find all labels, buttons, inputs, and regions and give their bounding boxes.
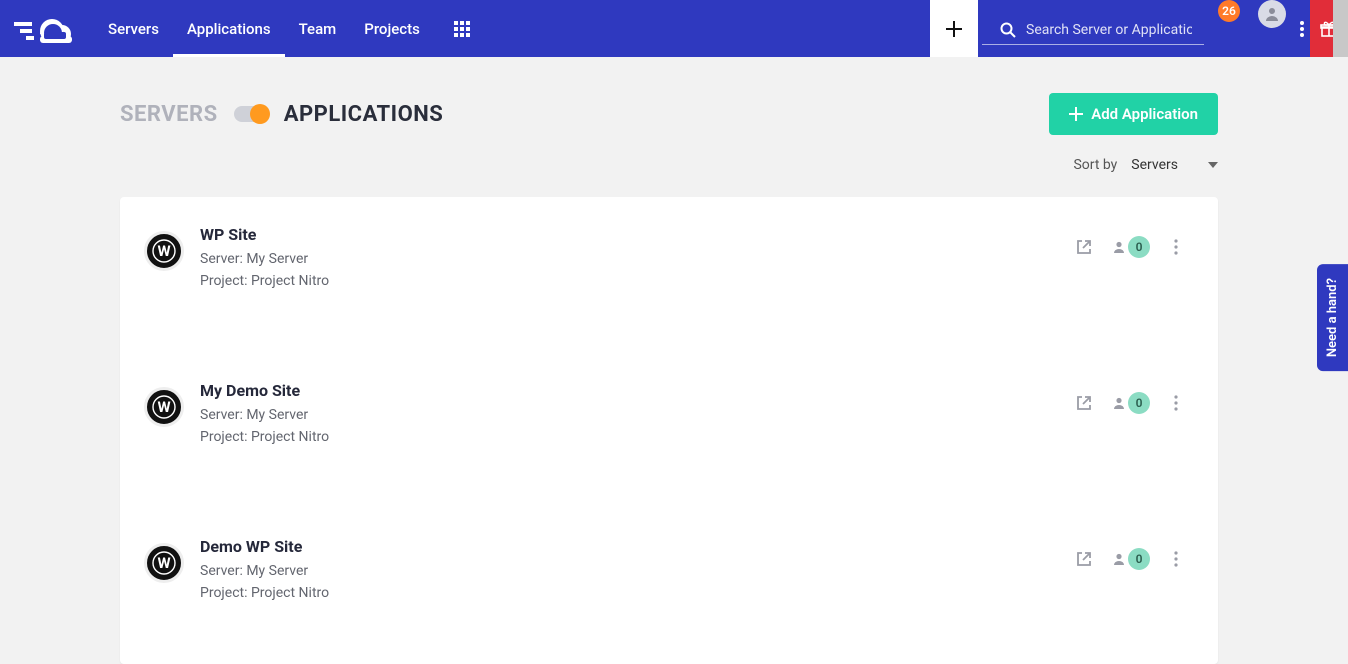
- app-info: My Demo Site Server: My Server Project: …: [200, 381, 1076, 449]
- search-input[interactable]: [1024, 18, 1194, 42]
- switcher-applications-label[interactable]: APPLICATIONS: [284, 102, 444, 127]
- app-row-menu[interactable]: [1170, 235, 1182, 259]
- team-count: 0: [1128, 392, 1150, 414]
- nav-team[interactable]: Team: [285, 0, 351, 57]
- chevron-down-icon: [1208, 162, 1218, 168]
- add-application-label: Add Application: [1091, 105, 1198, 123]
- add-button-top[interactable]: [930, 0, 978, 57]
- wordpress-icon: W: [144, 543, 184, 583]
- svg-text:W: W: [157, 398, 170, 416]
- grid-icon: [454, 21, 470, 37]
- app-actions: 0: [1076, 537, 1182, 571]
- kebab-icon: [1174, 395, 1178, 411]
- external-link-icon: [1076, 395, 1092, 411]
- plus-icon: [1069, 107, 1083, 121]
- cloud-logo-icon: [14, 14, 72, 44]
- help-tab[interactable]: Need a hand?: [1317, 264, 1348, 371]
- person-icon: [1112, 552, 1126, 566]
- apps-grid-button[interactable]: [434, 0, 490, 57]
- app-project-line: Project: Project Nitro: [200, 582, 1076, 604]
- team-badge[interactable]: 0: [1112, 236, 1150, 258]
- nav-applications[interactable]: Applications: [173, 0, 285, 57]
- switcher-servers-label[interactable]: SERVERS: [120, 102, 218, 127]
- sort-dropdown[interactable]: Servers: [1131, 157, 1218, 173]
- notification-badge[interactable]: 26: [1218, 0, 1240, 22]
- app-title: WP Site: [200, 225, 1076, 244]
- scrollbar[interactable]: [1333, 0, 1348, 57]
- wordpress-icon: W: [144, 231, 184, 271]
- app-title: Demo WP Site: [200, 537, 1076, 556]
- search-icon: [1000, 22, 1016, 38]
- open-external-button[interactable]: [1076, 395, 1092, 411]
- app-actions: 0: [1076, 381, 1182, 415]
- kebab-icon: [1174, 551, 1178, 567]
- app-project-line: Project: Project Nitro: [200, 270, 1076, 292]
- search-box[interactable]: [982, 15, 1204, 45]
- person-icon: [1112, 240, 1126, 254]
- external-link-icon: [1076, 239, 1092, 255]
- svg-text:W: W: [157, 554, 170, 572]
- app-info: Demo WP Site Server: My Server Project: …: [200, 537, 1076, 605]
- app-row-menu[interactable]: [1170, 391, 1182, 415]
- sort-value: Servers: [1131, 157, 1178, 173]
- page-header: SERVERS APPLICATIONS Add Application: [120, 93, 1218, 135]
- app-server-line: Server: My Server: [200, 560, 1076, 582]
- external-link-icon: [1076, 551, 1092, 567]
- team-count: 0: [1128, 236, 1150, 258]
- kebab-icon: [1300, 21, 1304, 37]
- plus-icon: [944, 19, 964, 39]
- app-server-line: Server: My Server: [200, 404, 1076, 426]
- sort-controls: Sort by Servers: [120, 157, 1218, 173]
- person-icon: [1112, 396, 1126, 410]
- app-row[interactable]: W WP Site Server: My Server Project: Pro…: [120, 197, 1218, 353]
- svg-text:W: W: [157, 242, 170, 260]
- applications-card: W WP Site Server: My Server Project: Pro…: [120, 197, 1218, 664]
- nav-projects[interactable]: Projects: [350, 0, 434, 57]
- app-title: My Demo Site: [200, 381, 1076, 400]
- person-icon: [1264, 6, 1280, 22]
- header-menu[interactable]: [1294, 0, 1310, 57]
- team-badge[interactable]: 0: [1112, 548, 1150, 570]
- app-info: WP Site Server: My Server Project: Proje…: [200, 225, 1076, 293]
- top-nav: Servers Applications Team Projects 26: [0, 0, 1348, 57]
- app-server-line: Server: My Server: [200, 248, 1076, 270]
- logo[interactable]: [0, 0, 94, 57]
- wordpress-icon: W: [144, 387, 184, 427]
- view-toggle[interactable]: [234, 106, 268, 122]
- sort-label: Sort by: [1073, 157, 1117, 173]
- app-row-menu[interactable]: [1170, 547, 1182, 571]
- team-badge[interactable]: 0: [1112, 392, 1150, 414]
- user-avatar[interactable]: [1258, 0, 1286, 28]
- open-external-button[interactable]: [1076, 551, 1092, 567]
- add-application-button[interactable]: Add Application: [1049, 93, 1218, 135]
- team-count: 0: [1128, 548, 1150, 570]
- app-project-line: Project: Project Nitro: [200, 426, 1076, 448]
- nav-servers[interactable]: Servers: [94, 0, 173, 57]
- kebab-icon: [1174, 239, 1178, 255]
- open-external-button[interactable]: [1076, 239, 1092, 255]
- app-actions: 0: [1076, 225, 1182, 259]
- app-row[interactable]: W My Demo Site Server: My Server Project…: [120, 353, 1218, 509]
- view-switcher: SERVERS APPLICATIONS: [120, 102, 443, 127]
- nav-links: Servers Applications Team Projects: [94, 0, 434, 57]
- app-row[interactable]: W Demo WP Site Server: My Server Project…: [120, 509, 1218, 664]
